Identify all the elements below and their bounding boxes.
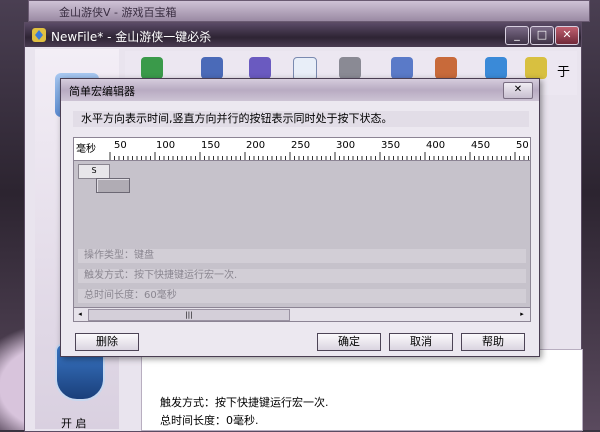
back-window-title: 金山游侠V - 游戏百宝箱	[59, 6, 177, 19]
minimize-button[interactable]: _	[505, 26, 529, 45]
ruler-label: 400	[426, 140, 446, 151]
app-icon	[32, 28, 46, 42]
ruler-label: 200	[246, 140, 266, 151]
key-s-label[interactable]: S	[78, 164, 110, 179]
monitor-icon[interactable]	[391, 57, 413, 79]
info-trigger: 触发方式：按下快捷键运行宏一次.	[160, 396, 329, 409]
delete-button[interactable]: 删除	[75, 333, 139, 351]
ruler-label: 100	[156, 140, 176, 151]
cancel-button[interactable]: 取消	[389, 333, 453, 351]
detail-length: 总时间长度：60毫秒	[78, 289, 526, 303]
main-window-title: NewFile* - 金山游侠一键必杀	[51, 30, 212, 44]
info-panel: 触发方式：按下快捷键运行宏一次. 总时间长度：0毫秒.	[141, 349, 583, 431]
detail-op-type: 操作类型：键盘	[78, 249, 526, 263]
key-press-bar[interactable]	[96, 178, 130, 193]
dialog-titlebar[interactable]: 简单宏编辑器 ✕	[61, 79, 539, 101]
back-window-titlebar[interactable]: 金山游侠V - 游戏百宝箱	[28, 0, 590, 22]
delete-icon[interactable]	[201, 57, 223, 79]
detail-trigger: 触发方式：按下快捷键运行宏一次.	[78, 269, 526, 283]
ruler-label: 50	[114, 140, 127, 151]
start-label[interactable]: 开 启	[61, 415, 87, 431]
tool-icon[interactable]	[435, 57, 457, 79]
ruler-label: 300	[336, 140, 356, 151]
ruler-label: 250	[291, 140, 311, 151]
settings-icon[interactable]	[249, 57, 271, 79]
info-length: 总时间长度：0毫秒.	[160, 414, 259, 427]
close-button[interactable]: ✕	[555, 26, 579, 45]
dialog-description: 水平方向表示时间,竖直方向并行的按钮表示同时处于按下状态。	[73, 111, 529, 127]
scroll-right-icon[interactable]: ▸	[516, 308, 528, 321]
ok-button[interactable]: 确定	[317, 333, 381, 351]
timeline-area[interactable]: 毫秒 50 100 150 200 250 300 350 400 450 50…	[73, 137, 531, 309]
ruler-label: 450	[471, 140, 491, 151]
macro-editor-dialog: 简单宏编辑器 ✕ 水平方向表示时间,竖直方向并行的按钮表示同时处于按下状态。 毫…	[60, 78, 540, 357]
info-icon[interactable]	[485, 57, 507, 79]
ruler-ticks	[109, 152, 529, 160]
flash-icon[interactable]	[525, 57, 547, 79]
ruler-label: 150	[201, 140, 221, 151]
help-button[interactable]: 帮助	[461, 333, 525, 351]
horizontal-scrollbar[interactable]: ◂ ||| ▸	[73, 307, 531, 322]
time-ruler: 毫秒 50 100 150 200 250 300 350 400 450 50	[74, 138, 530, 161]
ruler-label: 50	[516, 140, 529, 151]
new-icon[interactable]	[141, 57, 163, 79]
scroll-thumb[interactable]: |||	[88, 309, 290, 321]
ruler-label: 350	[381, 140, 401, 151]
dialog-close-button[interactable]: ✕	[503, 82, 533, 99]
dialog-title: 简单宏编辑器	[69, 85, 135, 98]
main-titlebar[interactable]: NewFile* - 金山游侠一键必杀 _ □ ✕	[25, 23, 581, 47]
print-icon[interactable]	[339, 57, 361, 79]
scroll-left-icon[interactable]: ◂	[74, 308, 86, 321]
maximize-button[interactable]: □	[530, 26, 554, 45]
toolbar-partial-label: 于	[557, 65, 571, 80]
